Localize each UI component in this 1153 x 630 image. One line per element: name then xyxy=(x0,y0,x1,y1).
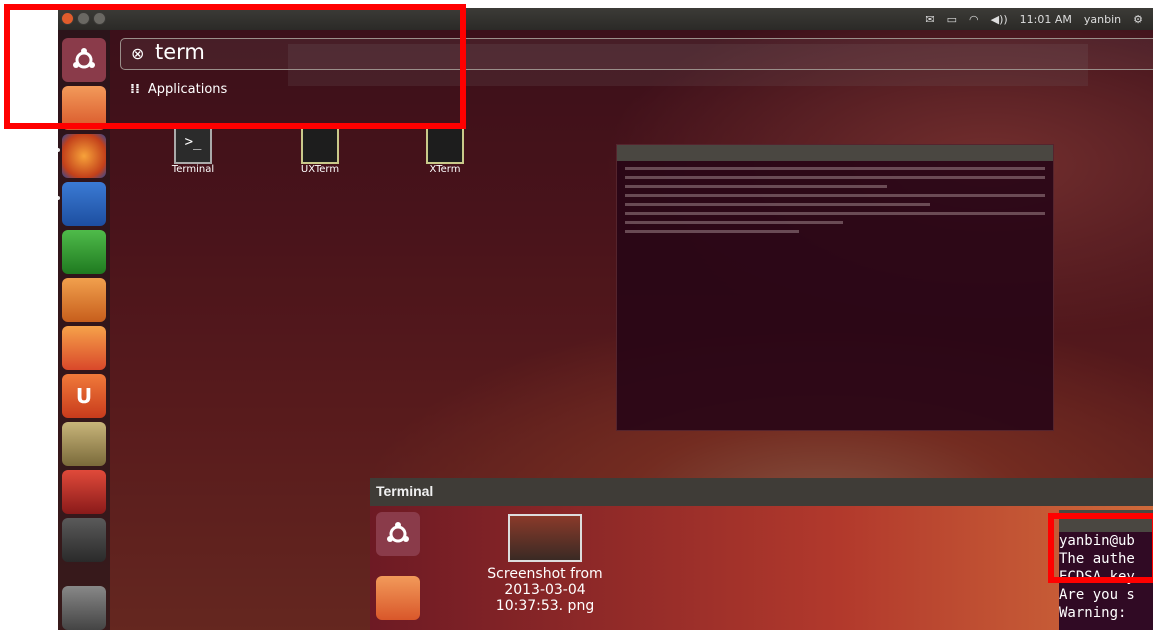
file-name: Screenshot from 2013-03-04 10:37:53. png xyxy=(487,566,603,614)
desktop-screen: ✉ ▭ ◠ ◀)) 11:01 AM yanbin ⚙ U ⊗ term ⁞⁞ … xyxy=(58,8,1153,630)
impress-icon[interactable] xyxy=(62,278,106,322)
maximize-button[interactable] xyxy=(93,12,106,25)
battery-icon[interactable]: ▭ xyxy=(947,13,957,26)
mail-icon[interactable]: ✉ xyxy=(925,13,934,26)
result-label: UXTerm xyxy=(300,164,340,175)
result-xterm[interactable]: XTerm xyxy=(395,126,495,175)
running-indicator xyxy=(58,148,60,152)
workspace-switcher-icon[interactable] xyxy=(62,518,106,562)
terminal-line: Are you s xyxy=(1059,587,1135,603)
dash-home-button[interactable] xyxy=(376,512,420,556)
window-controls xyxy=(61,12,106,25)
result-uxterm[interactable]: UXTerm xyxy=(270,126,370,175)
top-panel: ✉ ▭ ◠ ◀)) 11:01 AM yanbin ⚙ xyxy=(58,8,1153,30)
terminal-line: ECDSA key xyxy=(1059,569,1135,585)
result-label: XTerm xyxy=(429,164,461,175)
system-settings-icon[interactable] xyxy=(62,470,106,514)
terminal-icon: >_ xyxy=(174,126,212,164)
software-center-icon[interactable] xyxy=(62,326,106,370)
category-label: Applications xyxy=(147,82,228,97)
ubuntu-logo-icon xyxy=(387,522,409,543)
result-label: Terminal xyxy=(171,164,215,175)
close-button[interactable] xyxy=(61,12,74,25)
xterm-icon xyxy=(426,126,464,164)
terminal-snippet: yanbin@ub The authe ECDSA key Are you s … xyxy=(1059,510,1153,630)
unity-launcher: U xyxy=(58,30,110,630)
user-menu[interactable]: yanbin xyxy=(1084,13,1121,26)
calc-icon[interactable] xyxy=(62,230,106,274)
screenshot-thumbnail xyxy=(508,514,582,562)
search-query: term xyxy=(155,40,205,64)
trash-icon[interactable] xyxy=(62,586,106,630)
files-icon[interactable] xyxy=(376,576,420,620)
image-viewer-icon[interactable] xyxy=(62,422,106,466)
applications-icon: ⁞⁞ xyxy=(130,82,140,97)
terminal-line: yanbin@ub xyxy=(1059,533,1135,549)
wifi-icon[interactable]: ◠ xyxy=(969,13,979,26)
firefox-icon[interactable] xyxy=(62,134,106,178)
writer-icon[interactable] xyxy=(62,182,106,226)
settings-gear-icon[interactable]: ⚙ xyxy=(1133,13,1143,26)
result-terminal[interactable]: >_ Terminal xyxy=(143,126,243,175)
background-terminal-window xyxy=(616,144,1054,431)
uxterm-icon xyxy=(301,126,339,164)
preview-title: Terminal xyxy=(370,478,1153,506)
dash-home-button[interactable] xyxy=(62,38,106,82)
terminal-line: Warning: xyxy=(1059,605,1127,621)
category-header[interactable]: ⁞⁞ Applications xyxy=(130,82,227,97)
ubuntu-logo-icon xyxy=(73,48,95,69)
files-icon[interactable] xyxy=(62,86,106,130)
terminal-preview-panel: Terminal Screenshot from 2013-03-04 10:3… xyxy=(370,478,1153,630)
clock[interactable]: 11:01 AM xyxy=(1020,13,1072,26)
running-indicator xyxy=(58,196,60,200)
terminal-line: The authe xyxy=(1059,551,1135,567)
volume-icon[interactable]: ◀)) xyxy=(991,13,1008,26)
search-input[interactable]: ⊗ term xyxy=(120,38,1153,70)
minimize-button[interactable] xyxy=(77,12,90,25)
ubuntu-one-icon[interactable]: U xyxy=(62,374,106,418)
panel-indicators: ✉ ▭ ◠ ◀)) 11:01 AM yanbin ⚙ xyxy=(925,11,1143,27)
clear-search-icon[interactable]: ⊗ xyxy=(131,44,144,63)
screenshot-file[interactable]: Screenshot from 2013-03-04 10:37:53. png xyxy=(480,514,610,614)
